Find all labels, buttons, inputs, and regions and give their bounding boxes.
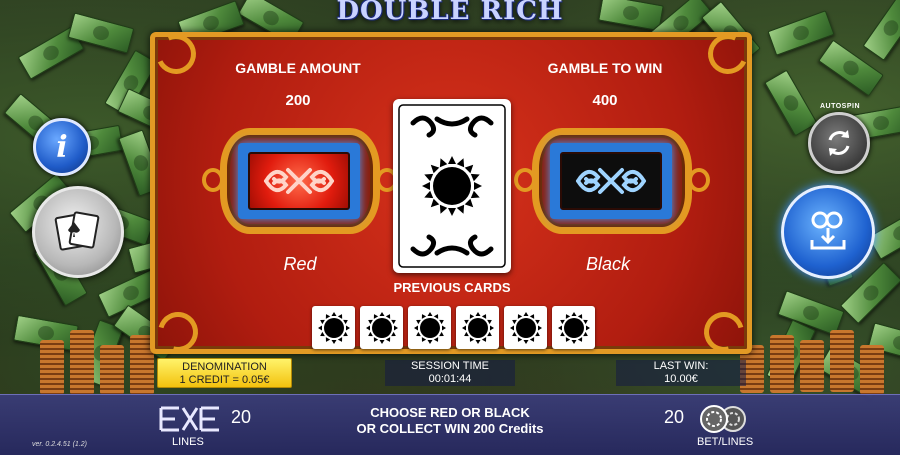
card-back-sun-icon <box>398 104 506 268</box>
previous-card <box>360 306 403 349</box>
coin-stack <box>40 340 64 395</box>
sun-icon <box>317 311 350 344</box>
sun-icon <box>557 311 590 344</box>
collect-button[interactable] <box>781 185 875 279</box>
red-caption: Red <box>283 254 317 274</box>
sun-icon <box>461 311 494 344</box>
gamble-to-win-value: 400 <box>592 92 618 109</box>
coin-stack <box>800 340 824 392</box>
black-button[interactable] <box>514 128 710 234</box>
cards-icon <box>54 211 100 251</box>
coin-stack <box>770 335 794 393</box>
previous-card <box>552 306 595 349</box>
version-text: ver. 0.2.4.51 (1.2) <box>32 441 87 448</box>
chips-icon[interactable] <box>697 404 749 434</box>
denomination-box[interactable]: DENOMINATION 1 CREDIT = 0.05€ <box>157 358 292 388</box>
autospin-label: AUTOSPIN <box>819 103 861 110</box>
bet-lines-label: BET/LINES <box>697 436 754 448</box>
previous-card <box>408 306 451 349</box>
sun-icon <box>509 311 542 344</box>
gamble-cards-button[interactable] <box>32 186 124 278</box>
ornament-swirl <box>688 168 710 192</box>
denomination-value: 1 CREDIT = 0.05€ <box>179 374 270 386</box>
refresh-icon <box>828 130 850 156</box>
sun-icon <box>413 311 446 344</box>
denomination-label: DENOMINATION <box>182 361 267 373</box>
ornament-swirl <box>202 168 224 192</box>
black-caption: Black <box>585 254 630 274</box>
previous-card <box>312 306 355 349</box>
lines-value[interactable]: 20 <box>231 407 251 428</box>
session-time-label: SESSION TIME <box>410 360 490 372</box>
last-win-label: LAST WIN: <box>653 360 709 372</box>
autospin-button[interactable] <box>808 112 870 174</box>
gamble-to-win-label: GAMBLE TO WIN <box>547 60 663 76</box>
collect-icon <box>810 211 846 250</box>
game-title: DOUBLE RICH <box>336 0 564 26</box>
gamble-amount-value: 200 <box>285 92 311 109</box>
last-win-value: 10.00€ <box>664 373 698 385</box>
previous-card <box>504 306 547 349</box>
red-ornament-icon <box>264 168 334 194</box>
previous-cards-label: PREVIOUS CARDS <box>393 280 511 295</box>
egt-logo <box>159 406 219 432</box>
status-message-line1: CHOOSE RED OR BLACK <box>370 405 530 420</box>
coin-stack <box>100 345 124 395</box>
bet-value[interactable]: 20 <box>664 407 684 428</box>
lines-label: LINES <box>172 436 204 448</box>
red-button[interactable] <box>202 128 398 234</box>
info-button[interactable]: i <box>33 118 91 176</box>
status-message-line2: OR COLLECT WIN 200 Credits <box>356 421 544 436</box>
coin-stack <box>830 330 854 392</box>
session-time: SESSION TIME 00:01:44 <box>385 360 515 386</box>
ornament-swirl <box>514 168 536 192</box>
session-time-value: 00:01:44 <box>428 373 472 385</box>
status-message: CHOOSE RED OR BLACK OR COLLECT WIN 200 C… <box>300 405 600 437</box>
coin-stack <box>860 345 884 395</box>
previous-cards-row <box>312 306 595 349</box>
gamble-amount-label: GAMBLE AMOUNT <box>235 60 361 76</box>
gamble-card <box>393 99 511 273</box>
sun-icon <box>365 311 398 344</box>
coin-stack <box>70 330 94 395</box>
info-icon: i <box>56 129 68 165</box>
previous-card <box>456 306 499 349</box>
black-ornament-icon <box>576 168 646 194</box>
last-win: LAST WIN: 10.00€ <box>616 360 746 386</box>
